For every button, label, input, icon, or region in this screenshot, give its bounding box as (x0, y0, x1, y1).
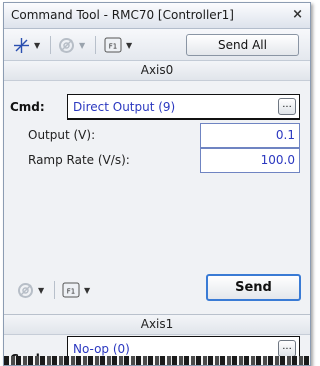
axis0-command-field[interactable]: Direct Output (9) ... (67, 94, 300, 120)
chevron-down-icon: ▼ (126, 40, 133, 50)
send-all-button[interactable]: Send All (186, 34, 299, 56)
axis1-command-value: No-op (0) (73, 342, 130, 356)
svg-text:F1: F1 (109, 43, 117, 51)
ramp-rate-value-field[interactable]: 100.0 (200, 148, 300, 173)
function-key-icon: F1 (62, 282, 80, 298)
axis0-function-key-dropdown[interactable]: F1 ▼ (62, 280, 90, 300)
axis0-command-browse-button[interactable]: ... (278, 98, 296, 115)
output-label: Output (V): (28, 128, 96, 142)
toolbar-separator (50, 36, 51, 54)
chevron-down-icon: ▼ (84, 285, 91, 295)
axis1-panel: Axis1 Cmd: No-op (0) ... (4, 315, 310, 365)
chevron-down-icon: ▼ (38, 285, 45, 295)
disabled-gear-dropdown[interactable]: ▼ (58, 35, 85, 55)
cmd-label: Cmd: (10, 100, 45, 114)
axis-tool-dropdown[interactable]: ▼ (13, 35, 40, 55)
function-key-dropdown[interactable]: F1 ▼ (104, 35, 132, 55)
axis0-disabled-gear-dropdown[interactable]: ▼ (17, 280, 44, 300)
axis0-panel: Axis0 Cmd: Direct Output (9) ... Output … (4, 61, 310, 315)
close-button[interactable]: × (292, 7, 303, 22)
disabled-gear-icon (18, 282, 33, 298)
toolbar-separator (54, 281, 55, 299)
axis0-command-value: Direct Output (9) (73, 100, 176, 114)
title-bar[interactable]: Command Tool - RMC70 [Controller1] × (4, 3, 310, 29)
output-value-field[interactable]: 0.1 (200, 123, 300, 148)
chevron-down-icon: ▼ (79, 40, 86, 50)
ramp-rate-label: Ramp Rate (V/s): (28, 153, 130, 167)
command-tool-window: Command Tool - RMC70 [Controller1] × ▼ ▼ (3, 2, 311, 366)
cut-off-edge (4, 356, 310, 365)
svg-text:F1: F1 (67, 288, 75, 296)
send-button[interactable]: Send (206, 274, 301, 301)
toolbar-separator (95, 36, 96, 54)
axis-cross-icon (14, 37, 29, 53)
param-row-output: Output (V): 0.1 (4, 123, 310, 148)
axis1-command-browse-button[interactable]: ... (278, 340, 296, 357)
disabled-gear-icon (59, 37, 74, 53)
function-key-icon: F1 (104, 37, 122, 53)
axis0-header: Axis0 (4, 61, 310, 81)
chevron-down-icon: ▼ (34, 40, 41, 50)
window-title: Command Tool - RMC70 [Controller1] (11, 8, 234, 22)
main-toolbar: ▼ ▼ F1 ▼ Send All (4, 29, 310, 61)
axis1-header: Axis1 (4, 315, 310, 335)
param-row-ramp-rate: Ramp Rate (V/s): 100.0 (4, 148, 310, 173)
